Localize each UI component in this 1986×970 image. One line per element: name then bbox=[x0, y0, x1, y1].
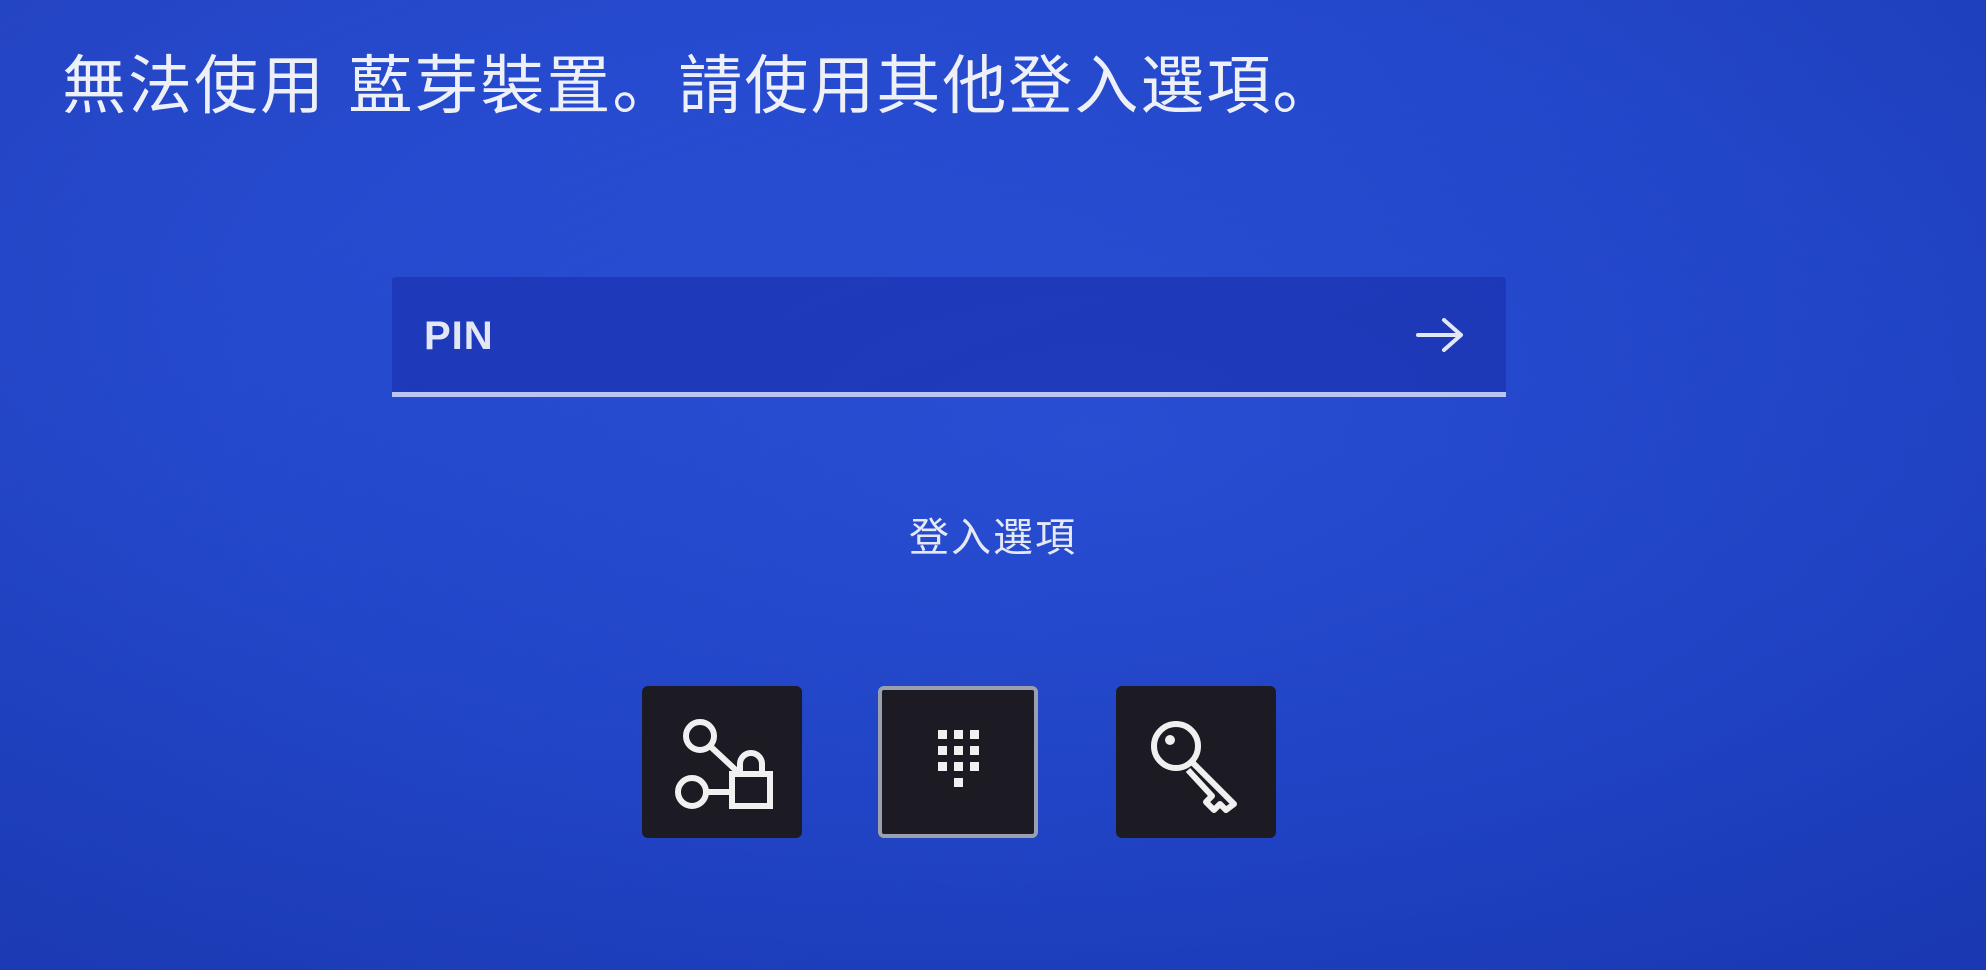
pin-field[interactable] bbox=[392, 277, 1506, 397]
password-sign-in-option[interactable] bbox=[1116, 686, 1276, 838]
pin-sign-in-option[interactable] bbox=[878, 686, 1038, 838]
bluetooth-sign-in-option[interactable] bbox=[642, 686, 802, 838]
sign-in-options-link[interactable]: 登入選項 bbox=[0, 508, 1986, 568]
error-message: 無法使用 藍芽裝置。請使用其他登入選項。 bbox=[62, 50, 1339, 124]
pin-input[interactable] bbox=[422, 307, 1326, 365]
submit-button[interactable] bbox=[1408, 305, 1472, 365]
arrow-right-icon bbox=[1416, 318, 1463, 352]
pin-keypad-icon bbox=[938, 730, 979, 787]
key-icon bbox=[1151, 721, 1237, 813]
bluetooth-lock-icon bbox=[675, 719, 773, 809]
